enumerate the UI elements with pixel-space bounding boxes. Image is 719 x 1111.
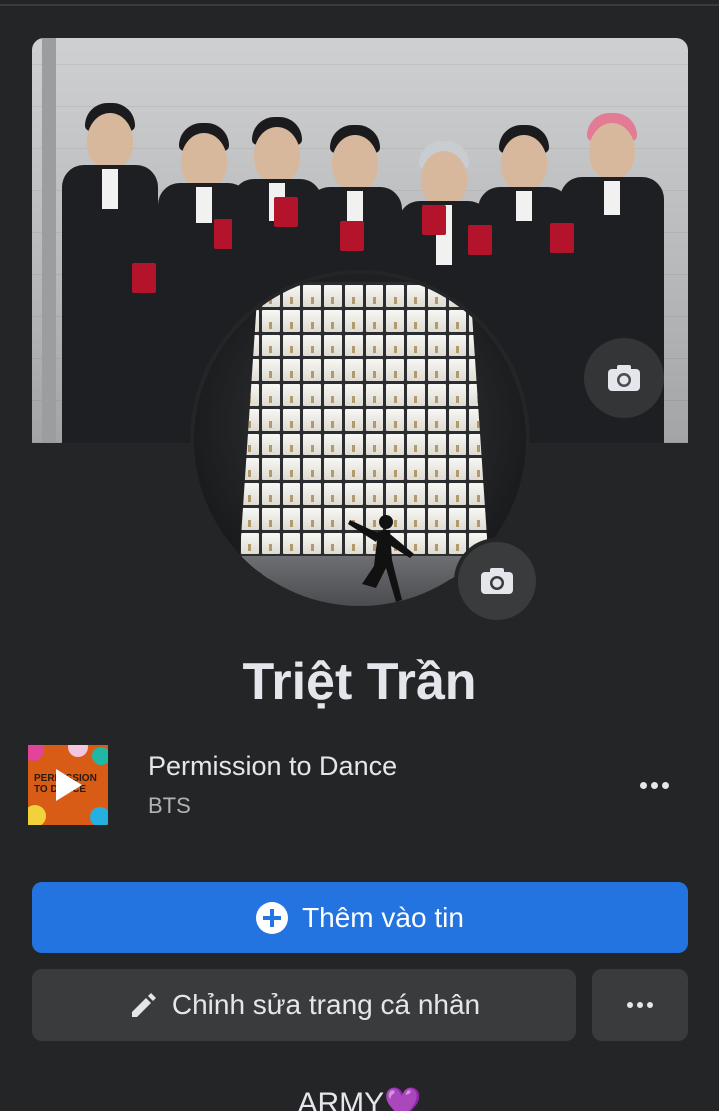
camera-icon — [481, 568, 513, 594]
song-title: Permission to Dance — [148, 751, 398, 781]
music-more-button[interactable] — [634, 773, 674, 797]
profile-name: Triệt Trần — [242, 653, 477, 711]
edit-profile-label: Chỉnh sửa trang cá nhân — [171, 989, 481, 1020]
camera-icon — [608, 365, 640, 391]
profile-more-button[interactable] — [592, 969, 688, 1041]
add-to-story-button[interactable]: Thêm vào tin — [32, 882, 688, 953]
dancer-silhouette — [348, 515, 414, 602]
add-to-story-label: Thêm vào tin — [302, 901, 464, 933]
edit-profile-button[interactable]: Chỉnh sửa trang cá nhân — [32, 969, 576, 1041]
purple-heart-emoji: 💜 — [384, 1087, 422, 1111]
profile-music[interactable]: PERMISSION TO DANCE Permission to Dance … — [28, 745, 690, 827]
album-art[interactable]: PERMISSION TO DANCE — [28, 745, 108, 825]
cover-pole — [42, 38, 56, 443]
more-horizontal-icon — [639, 781, 647, 789]
status-bar-divider — [0, 0, 719, 6]
pencil-icon — [131, 993, 156, 1017]
song-artist: BTS — [148, 793, 191, 818]
profile-bio: ARMY💜 — [0, 1086, 719, 1111]
bio-text: ARMY — [297, 1087, 385, 1111]
cover-camera-button[interactable] — [584, 338, 664, 418]
plus-circle-icon — [256, 901, 289, 934]
cover-person — [62, 103, 158, 443]
play-icon[interactable] — [56, 769, 82, 801]
avatar-camera-button[interactable] — [454, 538, 540, 624]
more-horizontal-icon — [627, 1002, 633, 1008]
